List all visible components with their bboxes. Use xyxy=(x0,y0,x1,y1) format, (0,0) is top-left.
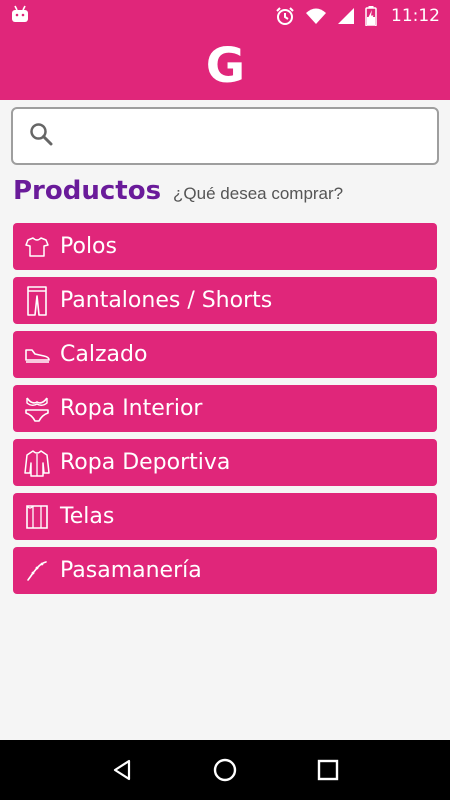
category-item-calzado[interactable]: Calzado xyxy=(13,331,437,378)
category-item-telas[interactable]: Telas xyxy=(13,493,437,540)
pants-icon xyxy=(23,285,51,316)
section-subtitle: ¿Qué desea comprar? xyxy=(173,184,344,203)
category-item-ropa-deportiva[interactable]: Ropa Deportiva xyxy=(13,439,437,486)
recents-icon[interactable] xyxy=(308,750,348,790)
home-icon[interactable] xyxy=(205,750,245,790)
category-label: Pasamanería xyxy=(60,558,202,583)
category-list: Polos Pantalones / Shorts Calzado Ropa I… xyxy=(13,223,437,601)
jacket-icon xyxy=(23,448,51,478)
category-item-pasamaneria[interactable]: Pasamanería xyxy=(13,547,437,594)
alarm-icon xyxy=(275,6,295,26)
app-bar: G xyxy=(0,32,450,100)
underwear-icon xyxy=(23,394,51,424)
category-label: Ropa Deportiva xyxy=(60,450,231,475)
app-logo: G xyxy=(205,38,245,94)
category-item-pantalones[interactable]: Pantalones / Shorts xyxy=(13,277,437,324)
battery-charging-icon xyxy=(365,6,377,26)
search-input[interactable] xyxy=(65,125,425,147)
section-header: Productos ¿Qué desea comprar? xyxy=(13,176,438,212)
shoe-icon xyxy=(23,340,51,370)
tshirt-icon xyxy=(23,232,51,262)
signal-icon xyxy=(337,7,355,25)
status-left xyxy=(10,5,30,27)
category-item-polos[interactable]: Polos xyxy=(13,223,437,270)
search-icon xyxy=(29,122,53,150)
category-label: Polos xyxy=(60,234,117,259)
category-label: Pantalones / Shorts xyxy=(60,288,273,313)
status-right: 11:12 xyxy=(275,6,440,26)
section-title: Productos xyxy=(13,176,162,206)
category-label: Calzado xyxy=(60,342,148,367)
back-icon[interactable] xyxy=(102,750,142,790)
search-box[interactable] xyxy=(11,107,439,165)
category-label: Ropa Interior xyxy=(60,396,203,421)
wifi-icon xyxy=(305,7,327,25)
fabric-icon xyxy=(23,502,51,532)
category-item-ropa-interior[interactable]: Ropa Interior xyxy=(13,385,437,432)
category-label: Telas xyxy=(60,504,115,529)
android-icon xyxy=(10,5,30,27)
trim-icon xyxy=(23,556,51,586)
status-bar: 11:12 xyxy=(0,0,450,32)
status-time: 11:12 xyxy=(391,6,440,26)
navigation-bar xyxy=(0,740,450,800)
